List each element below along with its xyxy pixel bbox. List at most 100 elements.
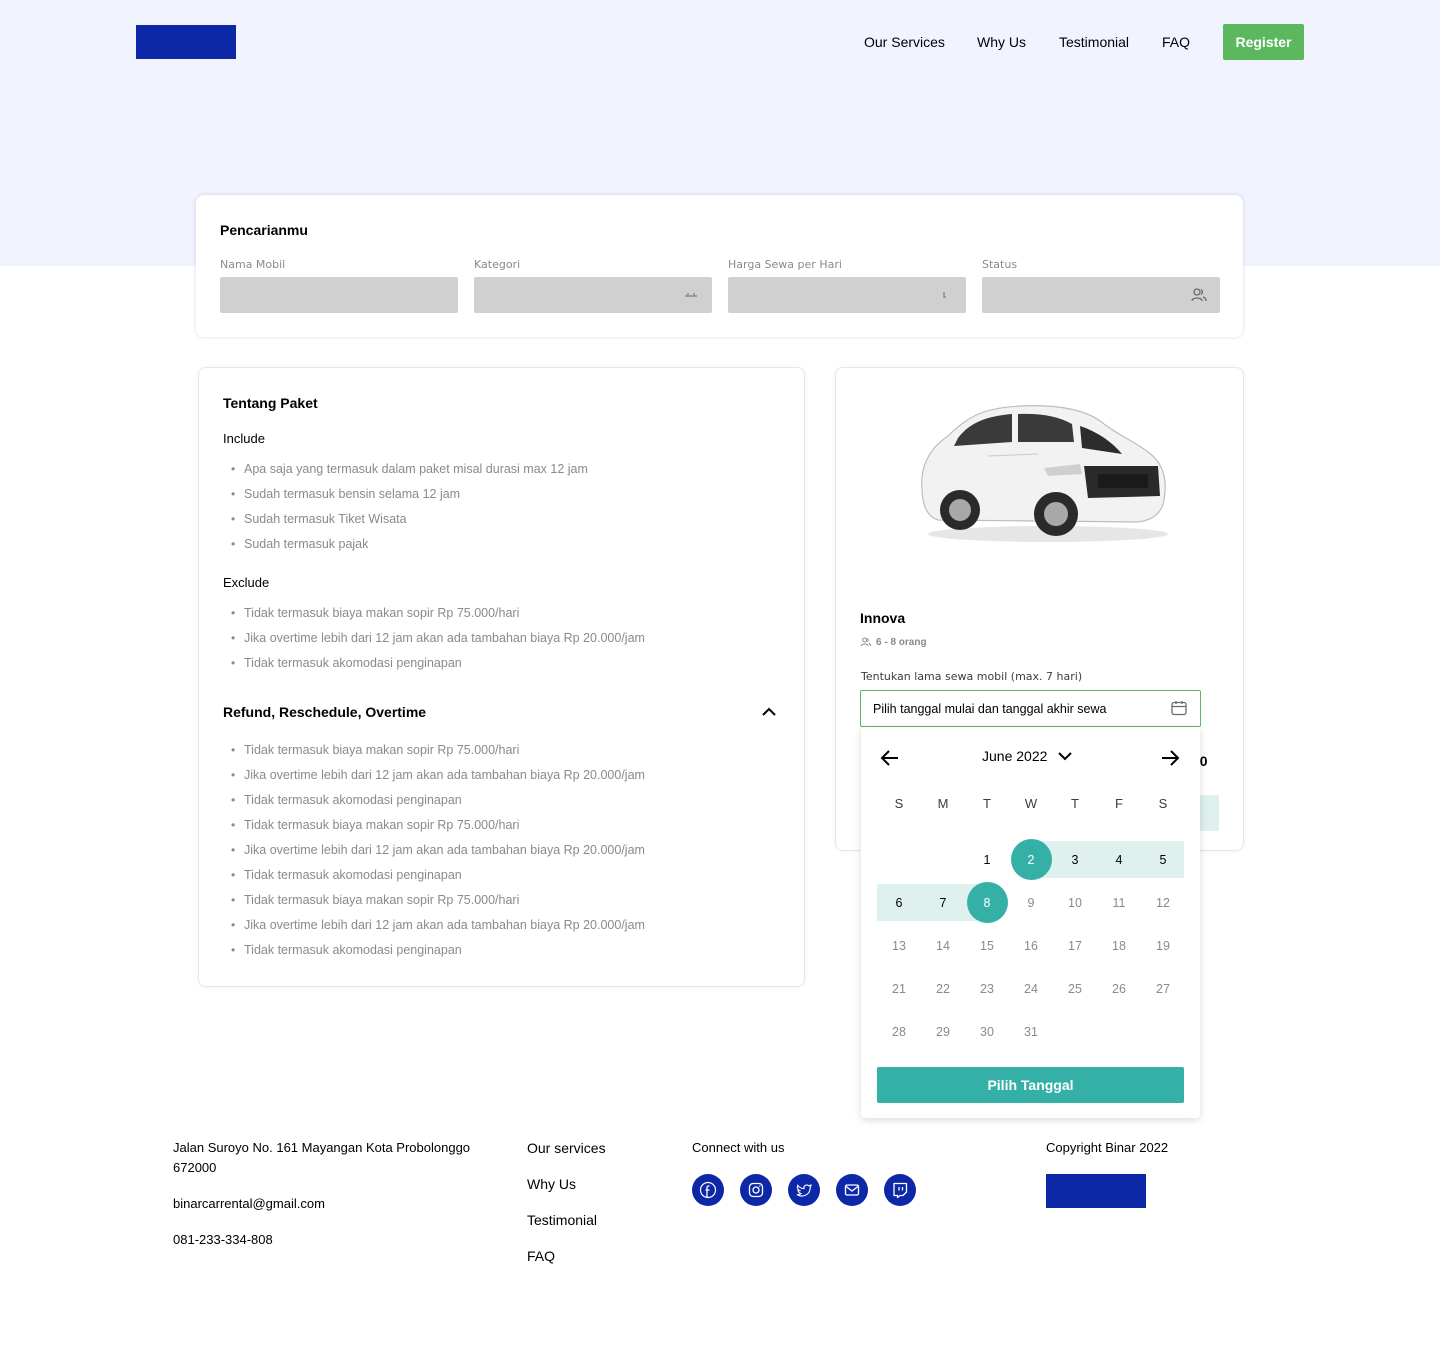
exclude-label: Exclude [223, 575, 270, 590]
calendar-day[interactable]: 16 [1009, 924, 1053, 967]
include-label: Include [223, 431, 265, 446]
calendar-day[interactable]: 9 [1009, 881, 1053, 924]
car-image [921, 405, 1168, 542]
calendar-day[interactable]: 10 [1053, 881, 1097, 924]
calendar-day[interactable]: 22 [921, 967, 965, 1010]
calendar-day[interactable]: 29 [921, 1010, 965, 1053]
calendar-day-label: 18 [1112, 938, 1126, 953]
calendar-day[interactable]: 11 [1097, 881, 1141, 924]
kategori-label: Kategori [474, 258, 521, 271]
status-field[interactable] [982, 277, 1220, 313]
refund-title: Refund, Reschedule, Overtime [223, 704, 427, 720]
month-selector[interactable]: June 2022 [982, 748, 1073, 764]
calendar-day[interactable]: 30 [965, 1010, 1009, 1053]
footer-link-faq[interactable]: FAQ [527, 1248, 555, 1264]
calendar-day[interactable]: 26 [1097, 967, 1141, 1010]
list-item: Sudah termasuk bensin selama 12 jam [231, 484, 588, 509]
calendar-day[interactable]: 2 [1009, 838, 1053, 881]
register-button[interactable]: Register [1223, 24, 1304, 60]
mail-icon[interactable] [836, 1174, 868, 1206]
calendar-day-label: 11 [1112, 895, 1126, 910]
list-item: Sudah termasuk pajak [231, 534, 588, 559]
calendar-day[interactable]: 19 [1141, 924, 1185, 967]
weekday-label: S [894, 796, 904, 811]
twitter-icon[interactable] [788, 1174, 820, 1206]
list-item: Tidak termasuk biaya makan sopir Rp 75.0… [231, 603, 645, 628]
calendar-day[interactable]: 12 [1141, 881, 1185, 924]
nav-our-services[interactable]: Our Services [864, 34, 945, 50]
calendar-day-label: 30 [980, 1024, 994, 1039]
car-name: Innova [860, 610, 906, 626]
calendar-day-label: 26 [1112, 981, 1126, 996]
calendar-day[interactable]: 8 [965, 881, 1009, 924]
calendar-day[interactable]: 3 [1053, 838, 1097, 881]
calendar-day-label: 23 [980, 981, 994, 996]
calendar-day[interactable]: 31 [1009, 1010, 1053, 1053]
copyright-text: Copyright Binar 2022 [1046, 1140, 1169, 1155]
kategori-field[interactable] [474, 277, 712, 313]
list-item: Jika overtime lebih dari 12 jam akan ada… [231, 628, 645, 653]
nav-why-us[interactable]: Why Us [977, 34, 1026, 50]
calendar-day[interactable]: 28 [877, 1010, 921, 1053]
address-line-2: 672000 [173, 1160, 217, 1175]
list-item: Jika overtime lebih dari 12 jam akan ada… [231, 840, 645, 865]
weekday-label: F [1115, 796, 1123, 811]
date-range-placeholder: Pilih tanggal mulai dan tanggal akhir se… [873, 702, 1107, 716]
calendar-day[interactable]: 5 [1141, 838, 1185, 881]
chevron-up-icon[interactable] [759, 702, 779, 722]
list-item: Tidak termasuk biaya makan sopir Rp 75.0… [231, 890, 645, 915]
calendar-day[interactable]: 13 [877, 924, 921, 967]
harga-label: Harga Sewa per Hari [728, 258, 842, 271]
calendar-day-label: 31 [1024, 1024, 1038, 1039]
weekday-label: M [937, 796, 949, 811]
clock-icon [943, 292, 946, 298]
logo[interactable] [136, 25, 236, 59]
calendar-day[interactable]: 14 [921, 924, 965, 967]
include-list: Apa saja yang termasuk dalam paket misal… [231, 459, 588, 559]
calendar-icon[interactable] [1170, 699, 1188, 717]
facebook-icon[interactable] [692, 1174, 724, 1206]
calendar-day-label: 15 [980, 938, 994, 953]
footer-logo[interactable] [1046, 1174, 1146, 1208]
date-range-input[interactable]: Pilih tanggal mulai dan tanggal akhir se… [860, 690, 1201, 727]
status-label: Status [982, 258, 1018, 271]
arrow-right-icon[interactable] [1159, 747, 1181, 769]
calendar-day[interactable]: 6 [877, 881, 921, 924]
calendar-day[interactable]: 18 [1097, 924, 1141, 967]
list-item: Tidak termasuk akomodasi penginapan [231, 865, 645, 890]
footer-link-our-services[interactable]: Our services [527, 1140, 606, 1156]
list-item: Tidak termasuk akomodasi penginapan [231, 940, 645, 965]
nav-faq[interactable]: FAQ [1162, 34, 1190, 50]
calendar-day-label: 2 [1027, 852, 1035, 867]
calendar-day[interactable]: 7 [921, 881, 965, 924]
calendar-day[interactable]: 17 [1053, 924, 1097, 967]
nama-mobil-field[interactable] [220, 277, 458, 313]
calendar-day-label: 6 [895, 895, 903, 910]
calendar-day[interactable]: 1 [965, 838, 1009, 881]
chevron-down-icon [1058, 752, 1073, 761]
calendar-day[interactable]: 21 [877, 967, 921, 1010]
twitch-icon[interactable] [884, 1174, 916, 1206]
calendar-day-label: 19 [1156, 938, 1170, 953]
nav-testimonial[interactable]: Testimonial [1059, 34, 1129, 50]
calendar-day[interactable]: 24 [1009, 967, 1053, 1010]
pilih-tanggal-button[interactable]: Pilih Tanggal [877, 1067, 1184, 1103]
list-item: Apa saja yang termasuk dalam paket misal… [231, 459, 588, 484]
package-card: Tentang Paket Include Apa saja yang term… [198, 367, 805, 987]
month-label: June 2022 [982, 748, 1048, 764]
calendar-day[interactable]: 4 [1097, 838, 1141, 881]
arrow-left-icon[interactable] [879, 747, 901, 769]
connect-label: Connect with us [692, 1140, 785, 1155]
calendar-day[interactable]: 27 [1141, 967, 1185, 1010]
calendar-day[interactable]: 15 [965, 924, 1009, 967]
harga-field[interactable] [728, 277, 966, 313]
footer-link-testimonial[interactable]: Testimonial [527, 1212, 597, 1228]
calendar-day[interactable]: 23 [965, 967, 1009, 1010]
footer-link-why-us[interactable]: Why Us [527, 1176, 576, 1192]
calendar-day-label: 21 [892, 981, 906, 996]
calendar-day[interactable]: 25 [1053, 967, 1097, 1010]
list-item: Jika overtime lebih dari 12 jam akan ada… [231, 915, 645, 940]
search-title: Pencarianmu [220, 222, 308, 238]
calendar-day-label: 29 [936, 1024, 950, 1039]
instagram-icon[interactable] [740, 1174, 772, 1206]
